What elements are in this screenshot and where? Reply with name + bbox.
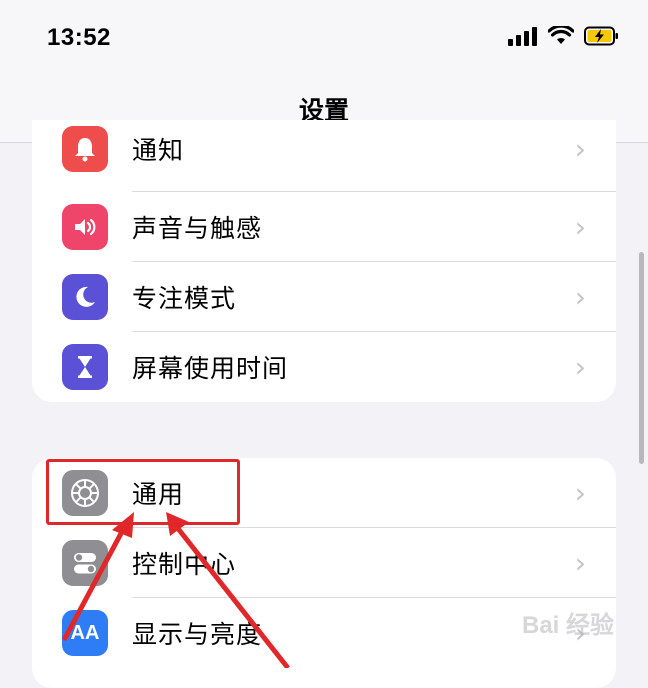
settings-group-1: 通知 › 声音与触感 › 专注模式 › 屏幕使用时间 › xyxy=(32,120,616,402)
speaker-icon xyxy=(62,204,108,250)
scrollbar[interactable] xyxy=(639,252,644,464)
battery-charging-icon xyxy=(584,26,618,46)
chevron-right-icon: › xyxy=(574,476,586,510)
status-icons xyxy=(508,26,620,46)
watermark: Bai 经验 xyxy=(521,612,614,639)
status-bar: 13:52 xyxy=(0,0,648,80)
chevron-right-icon: › xyxy=(574,350,586,384)
display-aa-icon-text: AA xyxy=(70,621,100,644)
chevron-right-icon: › xyxy=(574,280,586,314)
highlight-box xyxy=(46,459,240,525)
chevron-right-icon: › xyxy=(574,210,586,244)
settings-row-label: 控制中心 xyxy=(132,550,237,579)
display-aa-icon: AA xyxy=(62,610,108,656)
wifi-icon xyxy=(548,26,574,44)
chevron-right-icon: › xyxy=(574,132,586,166)
cellular-signal-icon xyxy=(508,27,537,46)
toggle-icon xyxy=(62,540,108,586)
settings-row-sounds[interactable]: 声音与触感 › xyxy=(32,192,616,262)
chevron-right-icon: › xyxy=(574,546,586,580)
settings-row-screen-time[interactable]: 屏幕使用时间 › xyxy=(32,332,616,402)
settings-row-label: 屏幕使用时间 xyxy=(132,354,289,383)
settings-row-label: 声音与触感 xyxy=(132,214,263,243)
bell-icon xyxy=(62,125,108,172)
settings-row-control-center[interactable]: 控制中心 › xyxy=(32,528,616,598)
moon-icon xyxy=(62,274,108,320)
settings-row-label: 显示与亮度 xyxy=(132,620,263,649)
settings-row-focus[interactable]: 专注模式 › xyxy=(32,262,616,332)
hourglass-icon xyxy=(62,344,108,390)
settings-row-label: 通知 xyxy=(132,135,185,165)
settings-row-notifications[interactable]: 通知 › xyxy=(32,122,616,192)
settings-row-label: 专注模式 xyxy=(132,284,237,313)
status-time: 13:52 xyxy=(47,24,111,51)
